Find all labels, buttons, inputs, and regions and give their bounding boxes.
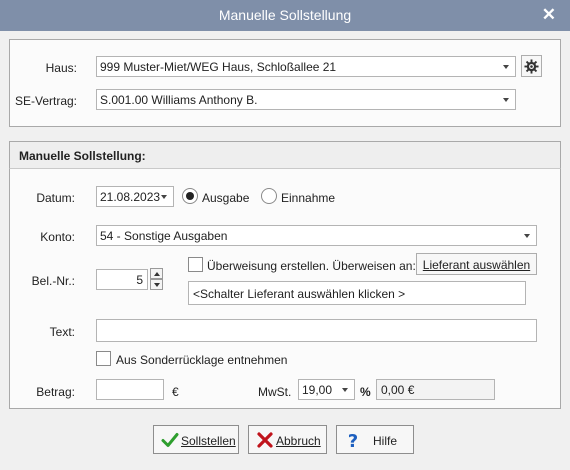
belnr-label: Bel.-Nr.: (31, 274, 75, 288)
ausgabe-label[interactable]: Ausgabe (202, 191, 249, 205)
belnr-input[interactable]: 5 (96, 269, 148, 290)
haus-select[interactable]: 999 Muster-Miet/WEG Haus, Schloßallee 21 (96, 56, 516, 77)
gear-icon (524, 59, 539, 74)
abbruch-button[interactable]: Abbruch (248, 425, 327, 454)
chevron-down-icon (161, 195, 167, 199)
abbruch-label: Abbruch (276, 434, 321, 448)
se-vertrag-select[interactable]: S.001.00 Williams Anthony B. (96, 89, 516, 110)
sollstellen-button[interactable]: Sollstellen (153, 425, 239, 454)
text-label: Text: (49, 325, 75, 339)
haus-settings-button[interactable] (521, 55, 542, 77)
konto-label: Konto: (40, 230, 75, 244)
haus-value: 999 Muster-Miet/WEG Haus, Schloßallee 21 (100, 60, 337, 74)
lieferant-display: <Schalter Lieferant auswählen klicken > (188, 281, 526, 305)
mwst-amount: 0,00 € (381, 383, 415, 397)
sollstellen-label: Sollstellen (181, 434, 236, 448)
arrow-up-icon (154, 272, 160, 276)
lieferant-auswaehlen-button[interactable]: Lieferant auswählen (416, 253, 537, 275)
se-vertrag-label: SE-Vertrag: (14, 94, 77, 108)
radio-selected-dot (186, 192, 194, 200)
chevron-down-icon (503, 98, 509, 102)
arrow-down-icon (154, 283, 160, 287)
haus-panel (9, 39, 561, 127)
mwst-value: 19,00 (302, 383, 333, 397)
betrag-input[interactable] (96, 379, 164, 400)
lieferant-hint: <Schalter Lieferant auswählen klicken > (193, 287, 406, 301)
percent-symbol: % (360, 385, 371, 399)
close-icon[interactable]: ✕ (542, 5, 556, 25)
section-title: Manuelle Sollstellung: (9, 141, 561, 169)
datum-picker[interactable]: 21.08.2023 (96, 186, 174, 207)
hilfe-label: Hilfe (373, 434, 398, 448)
mwst-select[interactable]: 19,00 (298, 379, 355, 400)
haus-label: Haus: (45, 61, 77, 75)
konto-value: 54 - Sonstige Ausgaben (100, 229, 228, 243)
checkmark-icon (161, 433, 179, 447)
cross-icon (257, 432, 273, 448)
einnahme-label[interactable]: Einnahme (281, 191, 335, 205)
belnr-spin-down[interactable] (150, 279, 163, 290)
text-input[interactable] (96, 319, 537, 342)
betrag-label: Betrag: (36, 385, 75, 399)
datum-label: Datum: (36, 191, 75, 205)
chevron-down-icon (524, 234, 530, 238)
ueberweisung-label[interactable]: Überweisung erstellen. Überweisen an: (207, 259, 416, 273)
lieferant-button-label: Lieferant auswählen (422, 258, 531, 272)
sonderruecklage-label[interactable]: Aus Sonderrücklage entnehmen (116, 353, 287, 367)
mwst-amount-field: 0,00 € (376, 379, 495, 400)
belnr-value: 5 (136, 273, 143, 287)
chevron-down-icon (342, 388, 348, 392)
sollstellung-panel (9, 141, 561, 409)
window-title: Manuelle Sollstellung (218, 7, 352, 23)
belnr-spin-up[interactable] (150, 268, 163, 279)
datum-value: 21.08.2023 (100, 190, 161, 204)
einnahme-radio[interactable] (261, 188, 277, 204)
mwst-label: MwSt. (258, 385, 292, 399)
currency-symbol: € (172, 385, 179, 399)
sonderruecklage-checkbox[interactable] (96, 351, 111, 366)
chevron-down-icon (503, 65, 509, 69)
ueberweisung-checkbox[interactable] (188, 257, 203, 272)
title-bar: Manuelle Sollstellung ✕ (0, 0, 570, 31)
svg-text:?: ? (348, 431, 358, 450)
help-icon: ? (348, 431, 358, 450)
ausgabe-radio[interactable] (182, 188, 198, 204)
se-vertrag-value: S.001.00 Williams Anthony B. (100, 93, 258, 107)
konto-select[interactable]: 54 - Sonstige Ausgaben (96, 225, 537, 246)
hilfe-button[interactable]: ? Hilfe (336, 425, 414, 454)
